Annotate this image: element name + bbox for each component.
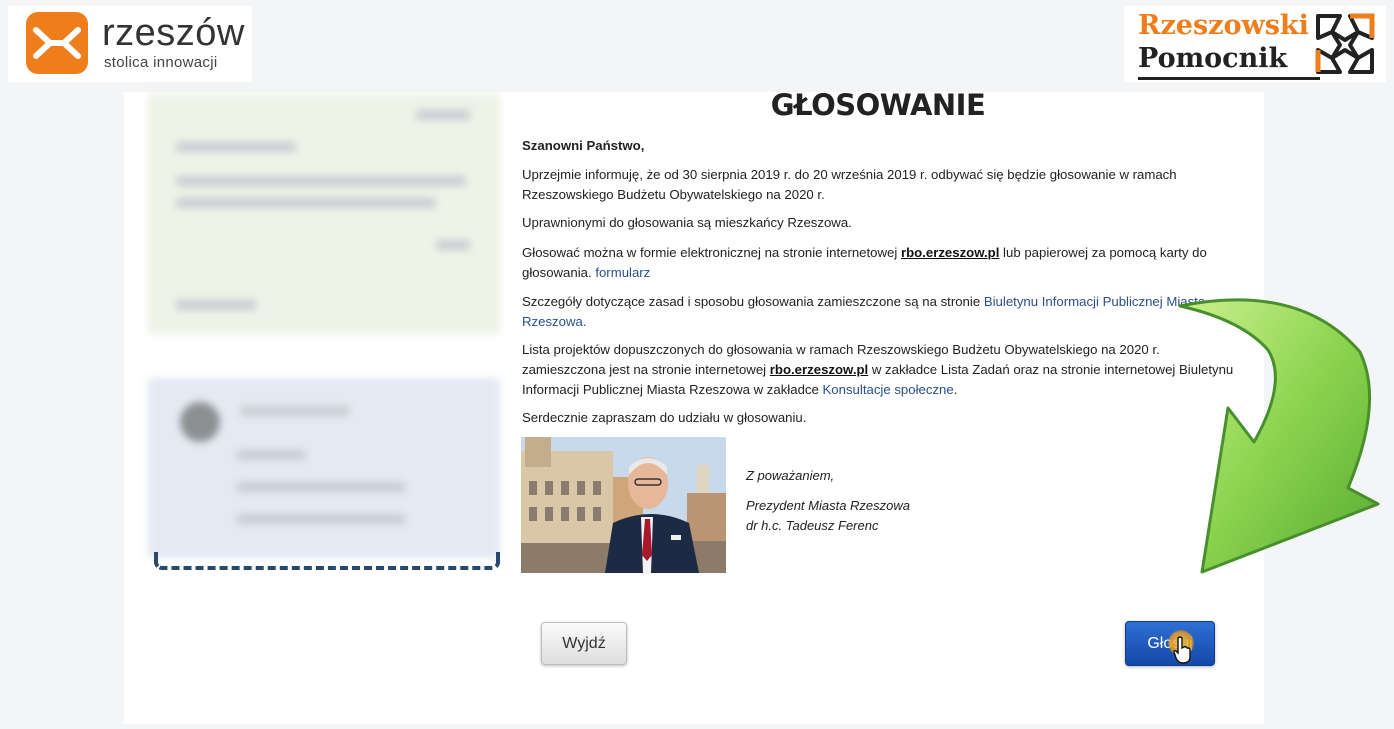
rbo-link-2[interactable]: rbo.erzeszow.pl	[770, 362, 868, 377]
page-title: GŁOSOWANIE	[770, 88, 986, 122]
rzeszow-logo-icon	[26, 12, 88, 74]
greeting: Szanowni Państwo,	[522, 138, 645, 153]
pomocnik-logo-line2: Pomocnik	[1138, 43, 1288, 74]
p5-end: .	[953, 382, 958, 397]
paragraph-invitation: Serdecznie zapraszam do udziału w głosow…	[522, 410, 807, 425]
logo-wordmark: rzeszów	[102, 12, 245, 54]
rbo-link[interactable]: rbo.erzeszow.pl	[901, 245, 999, 260]
green-arrow-icon	[1178, 298, 1380, 574]
hand-cursor-icon	[1173, 636, 1191, 664]
form-link[interactable]: formularz	[595, 265, 650, 280]
p3-text: Głosować można w formie elektronicznej n…	[522, 245, 901, 260]
paragraph-dates: Uprzejmie informuję, że od 30 sierpnia 2…	[522, 167, 1177, 202]
president-portrait	[521, 437, 726, 573]
paragraph-eligibility: Uprawnionymi do głosowania są mieszkańcy…	[522, 215, 852, 230]
p4-text: Szczegóły dotyczące zasad i sposobu głos…	[522, 294, 984, 309]
logo-underline	[1138, 77, 1320, 80]
paragraph-details: Szczegóły dotyczące zasad i sposobu głos…	[522, 292, 1234, 332]
dashed-outline	[154, 552, 500, 570]
pomocnik-logo-icon	[1315, 13, 1375, 74]
pomocnik-logo: Rzeszowski Pomocnik	[1124, 6, 1386, 82]
paragraph-project-list: Lista projektów dopuszczonych do głosowa…	[522, 340, 1234, 400]
signature-closing: Z poważaniem,	[746, 468, 835, 483]
exit-button[interactable]: Wyjdź	[541, 622, 627, 665]
consultations-link[interactable]: Konsultacje społeczne	[823, 382, 954, 397]
logo-tagline: stolica innowacji	[104, 54, 218, 71]
signature-name: dr h.c. Tadeusz Ferenc	[746, 518, 879, 533]
paragraph-how-to-vote: Głosować można w formie elektronicznej n…	[522, 243, 1234, 283]
signature-title: Prezydent Miasta Rzeszowa	[746, 498, 911, 513]
blurred-background-panel	[148, 94, 500, 574]
rzeszow-logo: rzeszów stolica innowacji	[8, 6, 252, 82]
pomocnik-logo-line1: Rzeszowski	[1138, 10, 1309, 41]
